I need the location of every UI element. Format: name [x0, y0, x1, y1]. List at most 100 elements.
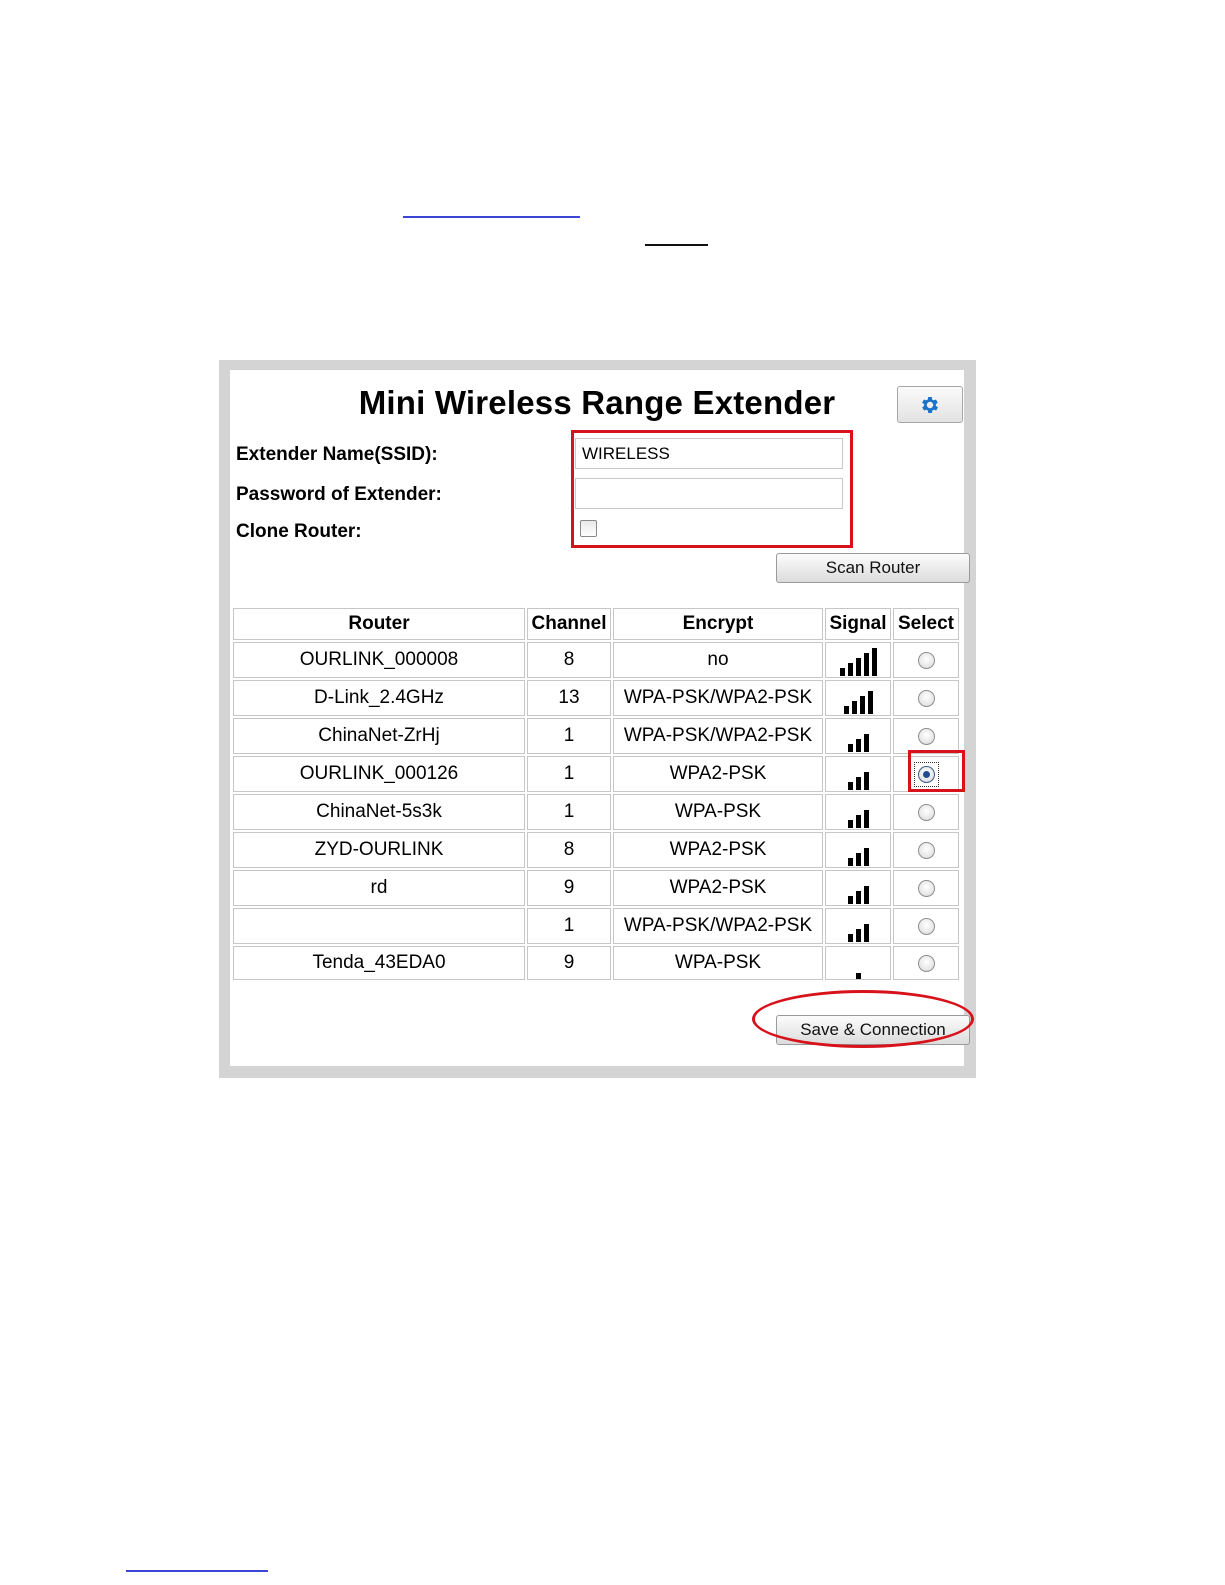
channel-cell: 8: [527, 642, 611, 678]
encrypt-cell: WPA-PSK/WPA2-PSK: [613, 718, 823, 754]
router-select-radio[interactable]: [917, 917, 935, 935]
encrypt-cell: WPA2-PSK: [613, 756, 823, 792]
channel-cell: 9: [527, 870, 611, 906]
signal-strength-icon: [847, 838, 869, 866]
encrypt-cell: WPA-PSK/WPA2-PSK: [613, 908, 823, 944]
signal-cell: [825, 908, 891, 944]
highlight-box-select: [908, 750, 965, 792]
router-cell: rd: [233, 870, 525, 906]
encrypt-cell: WPA-PSK: [613, 794, 823, 830]
encrypt-cell: WPA2-PSK: [613, 870, 823, 906]
router-select-radio[interactable]: [917, 803, 935, 821]
channel-cell: 9: [527, 946, 611, 980]
encrypt-cell: no: [613, 642, 823, 678]
router-cell: OURLINK_000008: [233, 642, 525, 678]
select-cell: [893, 832, 959, 868]
select-cell: [893, 870, 959, 906]
signal-cell: [825, 832, 891, 868]
router-select-radio[interactable]: [917, 954, 935, 972]
signal-bar: [851, 701, 857, 714]
document-underline: [645, 244, 708, 246]
signal-strength-icon: [839, 648, 877, 676]
router-select-radio[interactable]: [917, 651, 935, 669]
signal-bar: [855, 973, 861, 979]
signal-bar: [847, 744, 853, 752]
select-cell: [893, 908, 959, 944]
signal-bar: [855, 815, 861, 828]
channel-cell: 1: [527, 756, 611, 792]
encrypt-cell: WPA-PSK/WPA2-PSK: [613, 680, 823, 716]
signal-bar: [847, 820, 853, 828]
signal-strength-icon: [847, 914, 869, 942]
select-cell: [893, 794, 959, 830]
select-cell: [893, 680, 959, 716]
signal-cell: [825, 946, 891, 980]
select-cell: [893, 718, 959, 754]
column-header-signal: Signal: [825, 608, 891, 640]
signal-bar: [863, 734, 869, 752]
signal-cell: [825, 718, 891, 754]
signal-bar: [847, 663, 853, 676]
signal-strength-icon: [847, 800, 869, 828]
signal-strength-icon: [855, 951, 861, 979]
encrypt-cell: WPA2-PSK: [613, 832, 823, 868]
signal-strength-icon: [847, 724, 869, 752]
router-cell: Tenda_43EDA0: [233, 946, 525, 980]
signal-bar: [847, 934, 853, 942]
router-select-radio[interactable]: [917, 689, 935, 707]
router-select-radio[interactable]: [917, 727, 935, 745]
signal-cell: [825, 794, 891, 830]
signal-bar: [839, 668, 845, 676]
signal-bar: [847, 896, 853, 904]
signal-bar: [847, 782, 853, 790]
signal-bar: [863, 848, 869, 866]
signal-bar: [855, 929, 861, 942]
signal-bar: [847, 858, 853, 866]
signal-bar: [863, 772, 869, 790]
signal-bar: [871, 648, 877, 676]
page-title: Mini Wireless Range Extender: [358, 384, 836, 421]
signal-cell: [825, 870, 891, 906]
router-cell: ZYD-OURLINK: [233, 832, 525, 868]
signal-cell: [825, 680, 891, 716]
channel-cell: 13: [527, 680, 611, 716]
select-cell: [893, 642, 959, 678]
signal-bar: [855, 658, 861, 676]
signal-bar: [855, 891, 861, 904]
signal-bar: [863, 810, 869, 828]
signal-bar: [859, 696, 865, 714]
router-select-radio[interactable]: [917, 879, 935, 897]
highlight-ellipse-save: [752, 990, 974, 1048]
gear-icon: [922, 396, 938, 413]
highlight-box-settings: [571, 430, 853, 548]
clone-router-label: Clone Router:: [236, 521, 362, 542]
column-header-select: Select: [893, 608, 959, 640]
channel-cell: 1: [527, 794, 611, 830]
router-select-radio[interactable]: [917, 841, 935, 859]
extender-panel: Mini Wireless Range Extender Extender Na…: [230, 370, 974, 1066]
signal-strength-icon: [847, 876, 869, 904]
extender-window: Mini Wireless Range Extender Extender Na…: [219, 360, 976, 1078]
signal-cell: [825, 756, 891, 792]
channel-cell: 8: [527, 832, 611, 868]
router-cell: ChinaNet-5s3k: [233, 794, 525, 830]
signal-bar: [843, 706, 849, 714]
signal-bar: [863, 924, 869, 942]
footer-link-underline[interactable]: [126, 1570, 268, 1572]
signal-bar: [855, 777, 861, 790]
signal-bar: [863, 886, 869, 904]
router-cell: D-Link_2.4GHz: [233, 680, 525, 716]
column-header-router: Router: [233, 608, 525, 640]
signal-bar: [855, 853, 861, 866]
ssid-label: Extender Name(SSID):: [236, 444, 438, 465]
router-cell: ChinaNet-ZrHj: [233, 718, 525, 754]
router-cell: OURLINK_000126: [233, 756, 525, 792]
signal-bar: [863, 653, 869, 676]
settings-button[interactable]: [897, 386, 963, 423]
select-cell: [893, 946, 959, 980]
signal-bar: [867, 691, 873, 714]
scan-router-button[interactable]: Scan Router: [776, 553, 970, 583]
channel-cell: 1: [527, 908, 611, 944]
signal-cell: [825, 642, 891, 678]
document-link-underline[interactable]: [403, 216, 580, 218]
